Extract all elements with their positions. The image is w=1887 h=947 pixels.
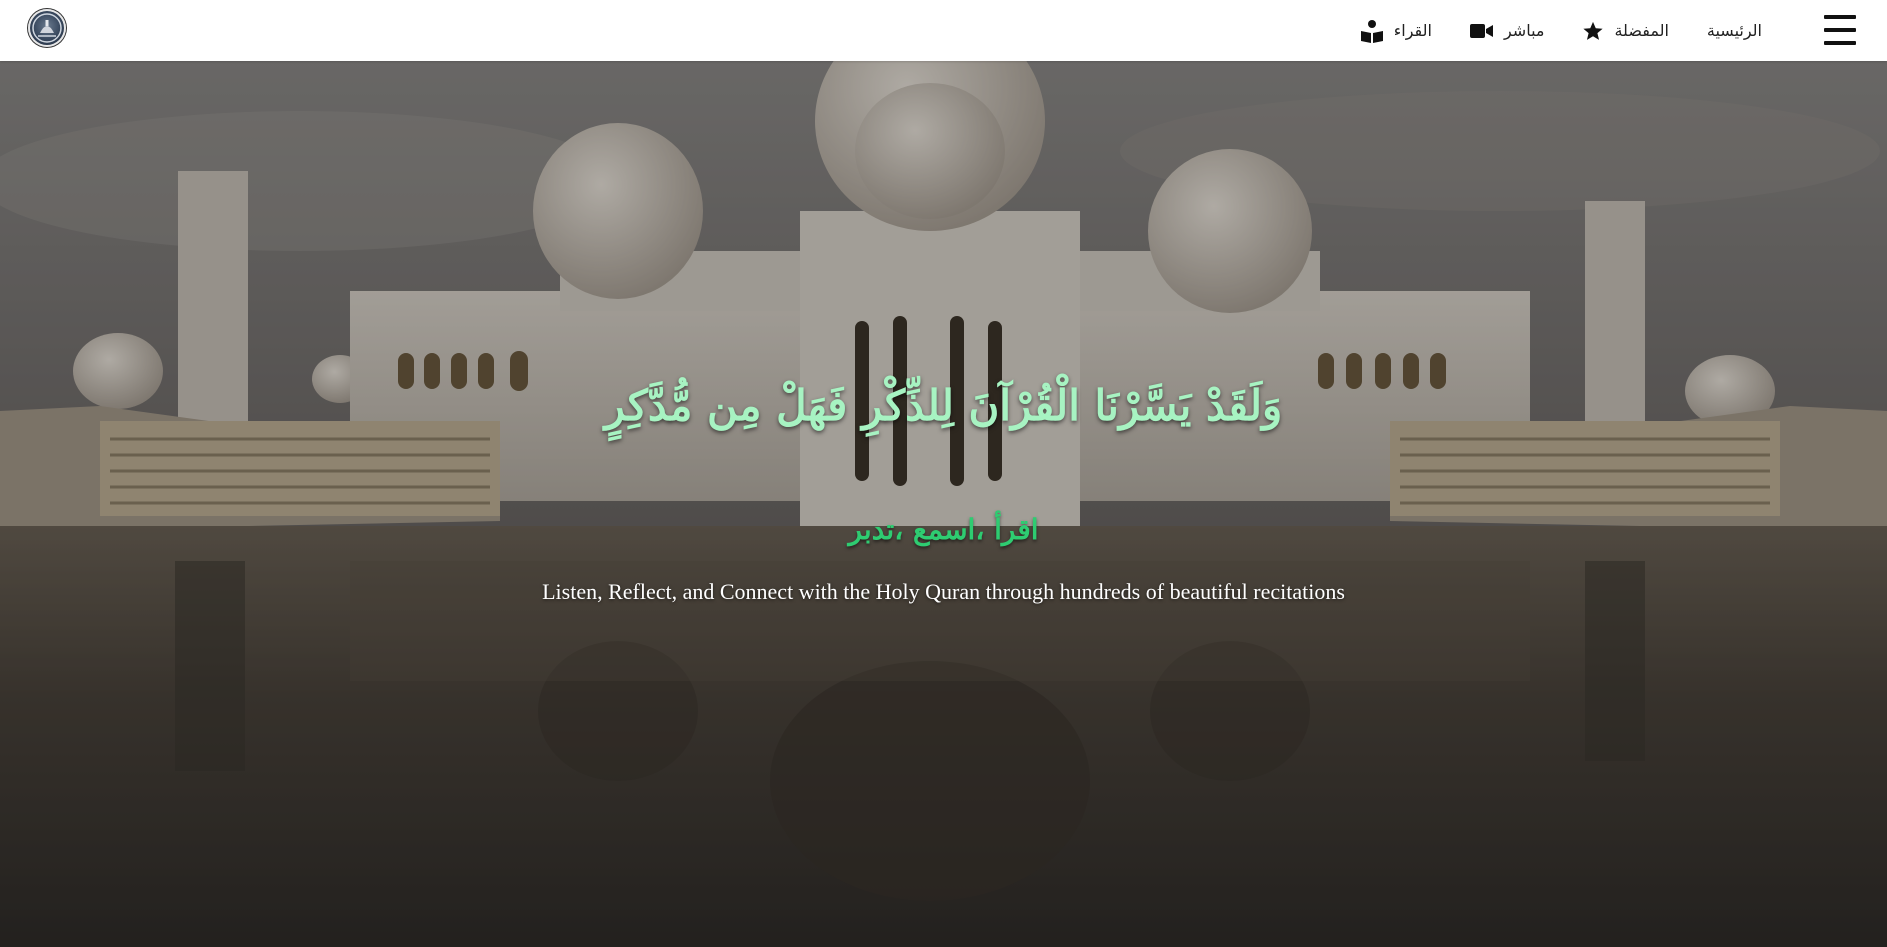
nav-item-reciters[interactable]: القراء — [1360, 19, 1432, 43]
hamburger-menu-icon[interactable] — [1824, 15, 1856, 45]
hero-verse: وَلَقَدْ يَسَّرْنَا الْقُرْآنَ لِلذِّكْر… — [604, 381, 1283, 430]
star-icon — [1582, 20, 1604, 42]
nav-item-reciters-label: القراء — [1393, 21, 1432, 40]
site-logo-icon[interactable] — [28, 9, 66, 47]
nav-links: الرئيسية المفضلة مباشر القراء — [1322, 0, 1762, 61]
nav-item-live[interactable]: مباشر — [1469, 21, 1545, 40]
hero-tagline: اقرأ ،اسمع ،تدبر — [848, 513, 1039, 546]
top-navbar: الرئيسية المفضلة مباشر القراء — [0, 0, 1887, 61]
nav-item-favorites-label: المفضلة — [1614, 21, 1669, 40]
nav-item-home[interactable]: الرئيسية — [1707, 21, 1762, 40]
reader-icon — [1360, 19, 1384, 43]
hero-subtitle: Listen, Reflect, and Connect with the Ho… — [542, 579, 1345, 604]
nav-item-favorites[interactable]: المفضلة — [1582, 20, 1669, 42]
hero-section: وَلَقَدْ يَسَّرْنَا الْقُرْآنَ لِلذِّكْر… — [0, 61, 1887, 947]
nav-item-live-label: مباشر — [1503, 21, 1545, 40]
hero-dark-overlay — [0, 61, 1887, 947]
video-camera-icon — [1469, 22, 1494, 40]
nav-item-home-label: الرئيسية — [1706, 21, 1762, 40]
